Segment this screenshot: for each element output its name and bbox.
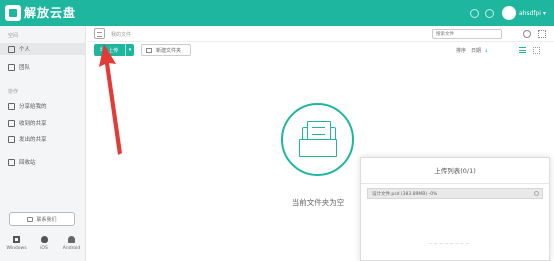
platform-label: Android <box>62 246 81 251</box>
sidebar-item-label: 分享给我的 <box>19 104 47 110</box>
sidebar-item-label: 收到的共享 <box>19 121 47 127</box>
sort-direction-icon[interactable]: ↓ <box>484 48 488 54</box>
app-window: 解放云盘 ahsdfpi ▾ 空间 个人 团队 协作 分享给我的 收到的共享 发… <box>0 0 554 261</box>
upload-icon: ↥ <box>99 47 104 53</box>
contact-us-button[interactable]: 联系我们 <box>9 212 75 226</box>
platform-label: iOS <box>40 246 48 251</box>
breadcrumb-bar: 我的文件 <box>87 26 554 42</box>
user-area: ahsdfpi ▾ <box>469 5 546 21</box>
upload-list-panel: 上传列表(0/1) 设计文件.psd (383.89MB) -0% <box>360 157 550 261</box>
upload-progress-bar: 设计文件.psd (383.89MB) -0% <box>367 188 543 199</box>
app-name: 解放云盘 <box>24 6 77 20</box>
app-logo[interactable]: 解放云盘 <box>5 4 76 21</box>
new-folder-label: 新建文件夹 <box>156 47 182 54</box>
sidebar-item-label: 发出的共享 <box>19 137 47 143</box>
document-icon <box>307 121 331 141</box>
upload-item-text: 设计文件.psd (383.89MB) -0% <box>372 192 438 197</box>
notification-icon[interactable] <box>469 8 479 18</box>
upload-dropdown-toggle[interactable]: ▾ <box>125 44 134 56</box>
sidebar-item-label: 个人 <box>19 47 31 53</box>
sidebar: 空间 个人 团队 协作 分享给我的 收到的共享 发出的共享 回收站 联系我们 W… <box>0 26 86 261</box>
sidebar-item-sent-shares[interactable]: 发出的共享 <box>0 133 86 145</box>
windows-icon <box>13 236 20 243</box>
chat-icon <box>27 216 34 222</box>
sidebar-item-team[interactable]: 团队 <box>0 61 86 73</box>
sort-control[interactable]: 排序 日期 ↓ <box>456 47 488 55</box>
outbox-icon <box>8 135 15 143</box>
annotation-arrow-shape <box>99 44 122 155</box>
sidebar-item-shared-with-me[interactable]: 分享给我的 <box>0 100 86 112</box>
panel-divider <box>429 243 469 244</box>
team-icon <box>8 63 15 71</box>
gear-icon[interactable] <box>523 30 531 38</box>
menu-icon[interactable] <box>94 28 105 39</box>
sidebar-item-received-shares[interactable]: 收到的共享 <box>0 117 86 129</box>
platform-ios[interactable]: iOS <box>32 236 57 251</box>
sort-date[interactable]: 日期 <box>471 47 481 54</box>
contact-us-label: 联系我们 <box>36 216 57 223</box>
apple-icon <box>40 236 48 243</box>
platform-label: Windows <box>6 246 27 251</box>
apps-icon[interactable] <box>538 30 546 38</box>
empty-folder-illustration <box>281 103 354 176</box>
username[interactable]: ahsdfpi <box>519 10 541 17</box>
grid-view-icon[interactable] <box>533 47 540 54</box>
platform-windows[interactable]: Windows <box>4 236 29 251</box>
user-icon <box>8 45 15 53</box>
search-input[interactable] <box>432 29 502 39</box>
top-bar: 解放云盘 ahsdfpi ▾ <box>0 0 554 26</box>
inbox-icon <box>8 119 15 127</box>
folder-front-shape <box>299 139 337 157</box>
sidebar-item-label: 回收站 <box>19 160 36 166</box>
android-icon <box>68 236 75 243</box>
sort-label: 排序 <box>456 48 467 54</box>
platform-android[interactable]: Android <box>59 236 84 251</box>
list-view-icon[interactable] <box>519 47 526 53</box>
upload-button[interactable]: ↥ 上传 ▾ <box>94 44 134 56</box>
empty-folder-message: 当前文件夹为空 <box>291 198 345 207</box>
chevron-down-icon[interactable]: ▾ <box>543 10 546 17</box>
folder-add-icon <box>146 47 152 53</box>
sidebar-section-title: 协作 <box>8 89 19 95</box>
upload-label: 上传 <box>108 47 119 54</box>
trash-icon <box>8 158 15 166</box>
share-icon <box>8 102 15 110</box>
platform-downloads: Windows iOS Android <box>4 236 84 251</box>
close-icon[interactable] <box>534 191 539 196</box>
sidebar-item-personal[interactable]: 个人 <box>0 43 86 55</box>
sidebar-item-label: 团队 <box>19 65 31 71</box>
sidebar-section-title: 空间 <box>8 33 19 39</box>
settings-icon[interactable] <box>484 8 494 18</box>
logo-icon <box>5 4 21 21</box>
upload-list-title[interactable]: 上传列表(0/1) <box>361 158 549 184</box>
sidebar-item-recycle-bin[interactable]: 回收站 <box>0 156 86 168</box>
new-folder-button[interactable]: 新建文件夹 <box>141 44 191 56</box>
breadcrumb[interactable]: 我的文件 <box>111 31 131 38</box>
avatar[interactable] <box>501 6 516 20</box>
toolbar: ↥ 上传 ▾ 新建文件夹 排序 日期 ↓ <box>87 42 554 58</box>
